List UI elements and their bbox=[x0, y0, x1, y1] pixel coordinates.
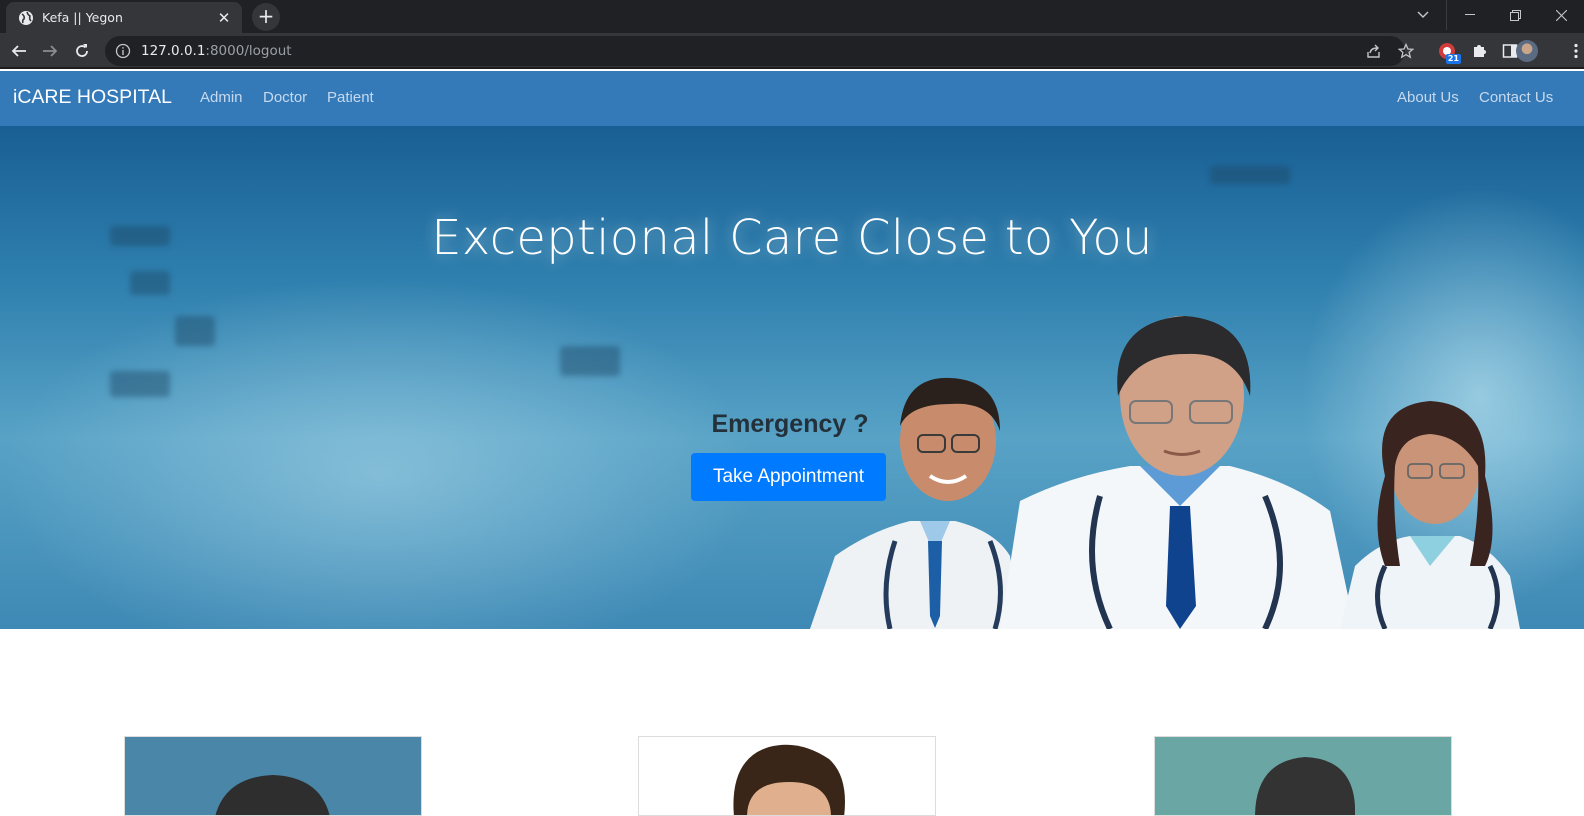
chevron-down-icon bbox=[1417, 11, 1429, 18]
url-text: 127.0.0.1:8000/logout bbox=[141, 43, 292, 59]
doctor-card-1[interactable] bbox=[124, 736, 422, 816]
bookmark-button[interactable] bbox=[1396, 41, 1416, 61]
extension-badge: 21 bbox=[1445, 54, 1461, 64]
hero-title: Exceptional Care Close to You bbox=[431, 210, 1153, 266]
restore-icon bbox=[1509, 9, 1521, 21]
tab-title: Kefa || Yegon bbox=[42, 10, 123, 25]
close-icon[interactable]: ✕ bbox=[216, 9, 232, 27]
browser-tab[interactable]: Kefa || Yegon ✕ bbox=[6, 2, 242, 33]
info-icon[interactable] bbox=[115, 43, 131, 59]
reload-icon bbox=[76, 44, 88, 57]
tab-search-button[interactable] bbox=[1400, 0, 1446, 30]
doctors-photo bbox=[810, 316, 1520, 629]
star-icon bbox=[1398, 43, 1414, 59]
nav-link-doctor[interactable]: Doctor bbox=[263, 89, 307, 106]
doctor-card-2[interactable] bbox=[638, 736, 936, 816]
restore-button[interactable] bbox=[1492, 0, 1538, 30]
extension-button[interactable]: 21 bbox=[1437, 41, 1461, 64]
address-bar[interactable]: 127.0.0.1:8000/logout bbox=[105, 36, 1405, 66]
minimize-icon bbox=[1464, 14, 1475, 15]
share-button[interactable] bbox=[1364, 41, 1384, 61]
browser-tabstrip: Kefa || Yegon ✕ + bbox=[0, 0, 1584, 33]
share-icon bbox=[1367, 44, 1380, 58]
background-blur-shape bbox=[175, 316, 215, 346]
new-tab-button[interactable]: + bbox=[252, 3, 280, 31]
forward-button[interactable] bbox=[39, 40, 61, 62]
nav-link-contact-us[interactable]: Contact Us bbox=[1479, 89, 1553, 106]
nav-link-admin[interactable]: Admin bbox=[200, 89, 243, 106]
window-close-button[interactable] bbox=[1538, 0, 1584, 30]
background-blur-shape bbox=[1210, 166, 1290, 184]
site-navbar: iCARE HOSPITAL Admin Doctor Patient Abou… bbox=[0, 71, 1584, 126]
back-icon bbox=[11, 45, 26, 57]
extensions-menu-button[interactable] bbox=[1469, 41, 1489, 61]
window-close-icon bbox=[1555, 9, 1567, 21]
background-blur-shape bbox=[110, 371, 170, 397]
hero-background-glow bbox=[0, 276, 760, 629]
brand-logo[interactable]: iCARE HOSPITAL bbox=[13, 86, 172, 109]
doctor-avatar-image bbox=[639, 737, 935, 815]
nav-link-patient[interactable]: Patient bbox=[327, 89, 374, 106]
reload-button[interactable] bbox=[71, 40, 93, 62]
hero-banner: Exceptional Care Close to You Emergency … bbox=[0, 126, 1584, 629]
browser-toolbar: 127.0.0.1:8000/logout 21 bbox=[0, 33, 1584, 69]
avatar[interactable] bbox=[1516, 40, 1538, 62]
doctor-avatar-image bbox=[1155, 737, 1451, 815]
browser-menu-button[interactable] bbox=[1566, 41, 1584, 61]
plus-icon: + bbox=[257, 4, 275, 28]
doctor-avatar-image bbox=[125, 737, 421, 815]
forward-icon bbox=[43, 45, 58, 57]
url-host: 127.0.0.1 bbox=[141, 43, 206, 59]
globe-icon bbox=[19, 10, 33, 25]
menu-icon bbox=[1574, 43, 1578, 59]
background-blur-shape bbox=[130, 271, 170, 295]
back-button[interactable] bbox=[8, 40, 30, 62]
puzzle-icon bbox=[1474, 45, 1486, 57]
url-path: :8000/logout bbox=[205, 43, 292, 59]
nav-link-about-us[interactable]: About Us bbox=[1397, 89, 1459, 106]
background-blur-shape bbox=[560, 346, 620, 376]
minimize-button[interactable] bbox=[1446, 0, 1492, 30]
doctor-card-3[interactable] bbox=[1154, 736, 1452, 816]
